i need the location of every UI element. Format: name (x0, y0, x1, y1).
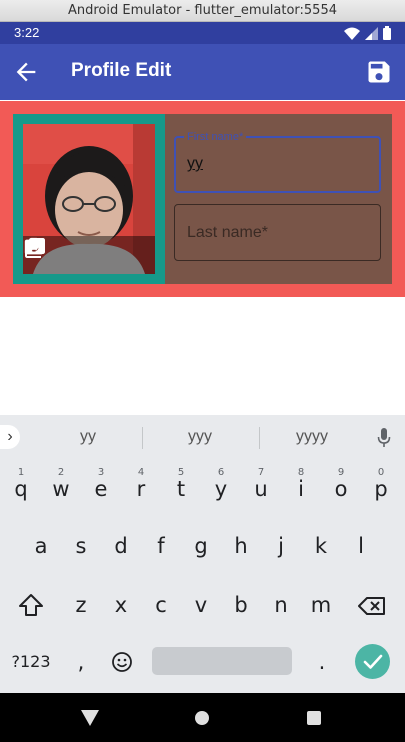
arrow-back-icon[interactable] (12, 58, 40, 86)
first-name-value: yy (187, 155, 203, 172)
key-label: u (254, 477, 268, 501)
backspace-icon[interactable] (358, 596, 386, 616)
key-b[interactable]: b (223, 583, 259, 627)
suggestion-3[interactable]: yyyy (262, 428, 362, 446)
key-t[interactable]: 5t (163, 467, 199, 511)
first-name-field[interactable]: First name* yy (174, 130, 381, 193)
key-z[interactable]: z (63, 583, 99, 627)
key-hint: 6 (217, 467, 225, 478)
photo-actions-bar (23, 236, 155, 274)
soft-keyboard: › yy yyy yyyy 1q 2w 3e 4r 5t 6y 7u 8i 9o… (0, 415, 405, 693)
key-label: t (176, 477, 186, 501)
enter-key[interactable] (355, 644, 390, 679)
key-v[interactable]: v (183, 583, 219, 627)
key-q[interactable]: 1q (3, 467, 39, 511)
status-time: 3:22 (14, 25, 40, 40)
key-label: r (136, 477, 146, 501)
key-u[interactable]: 7u (243, 467, 279, 511)
profile-photo[interactable] (23, 124, 155, 274)
suggestion-divider (259, 427, 260, 449)
key-hint: 5 (177, 467, 185, 478)
suggestion-2[interactable]: yyy (150, 428, 250, 446)
last-name-placeholder: Last name* (187, 224, 268, 241)
status-bar: 3:22 (0, 22, 405, 44)
key-label: o (334, 477, 348, 501)
key-hint: 2 (57, 467, 65, 478)
key-label: w (52, 477, 70, 501)
wifi-icon (344, 27, 360, 40)
key-hint: 9 (337, 467, 345, 478)
key-r[interactable]: 4r (123, 467, 159, 511)
space-bar[interactable] (152, 647, 292, 675)
key-x[interactable]: x (103, 583, 139, 627)
key-label: i (298, 477, 304, 501)
key-o[interactable]: 9o (323, 467, 359, 511)
chevron-right-icon[interactable]: › (0, 425, 20, 449)
suggestion-divider (142, 427, 143, 449)
app-bar: Profile Edit (0, 44, 405, 100)
key-j[interactable]: j (263, 524, 299, 568)
nav-recents-icon[interactable] (307, 711, 321, 725)
name-fields-panel: First name* yy Last name* (165, 114, 392, 284)
key-d[interactable]: d (103, 524, 139, 568)
key-label: y (214, 477, 228, 501)
key-n[interactable]: n (263, 583, 299, 627)
key-s[interactable]: s (63, 524, 99, 568)
emoji-icon[interactable] (111, 651, 133, 673)
key-k[interactable]: k (303, 524, 339, 568)
check-icon (363, 654, 383, 669)
nav-back-icon[interactable] (81, 710, 99, 726)
key-hint: 3 (97, 467, 105, 478)
key-l[interactable]: l (343, 524, 379, 568)
key-hint: 1 (17, 467, 25, 478)
status-icons (344, 26, 391, 40)
key-y[interactable]: 6y (203, 467, 239, 511)
key-hint: 0 (377, 467, 385, 478)
key-label: q (14, 477, 28, 501)
save-icon[interactable] (365, 58, 393, 86)
battery-icon (383, 26, 391, 40)
key-i[interactable]: 8i (283, 467, 319, 511)
period-key[interactable]: . (304, 640, 340, 684)
mic-icon[interactable] (377, 427, 391, 449)
profile-photo-frame (13, 114, 165, 284)
emulator-window-title: Android Emulator - flutter_emulator:5554 (0, 0, 405, 22)
shift-icon[interactable] (18, 593, 44, 617)
key-m[interactable]: m (303, 583, 339, 627)
key-hint: 7 (257, 467, 265, 478)
page-title: Profile Edit (71, 60, 172, 81)
first-name-label: First name* (184, 130, 247, 144)
suggestion-1[interactable]: yy (38, 428, 138, 446)
key-w[interactable]: 2w (43, 467, 79, 511)
key-g[interactable]: g (183, 524, 219, 568)
nav-home-icon[interactable] (195, 711, 209, 725)
image-icon[interactable] (23, 236, 47, 260)
signal-icon (365, 26, 378, 40)
comma-key[interactable]: , (63, 640, 99, 684)
key-hint: 4 (137, 467, 145, 478)
key-h[interactable]: h (223, 524, 259, 568)
key-p[interactable]: 0p (363, 467, 399, 511)
system-nav-bar (0, 693, 405, 742)
key-c[interactable]: c (143, 583, 179, 627)
key-f[interactable]: f (143, 524, 179, 568)
key-a[interactable]: a (23, 524, 59, 568)
suggestion-bar: › yy yyy yyyy (0, 415, 405, 460)
symbols-key[interactable]: ?123 (8, 640, 54, 684)
profile-card: First name* yy Last name* (0, 101, 405, 297)
last-name-field[interactable]: Last name* (174, 204, 381, 261)
key-label: e (94, 477, 108, 501)
key-e[interactable]: 3e (83, 467, 119, 511)
key-label: p (374, 477, 388, 501)
key-hint: 8 (297, 467, 305, 478)
